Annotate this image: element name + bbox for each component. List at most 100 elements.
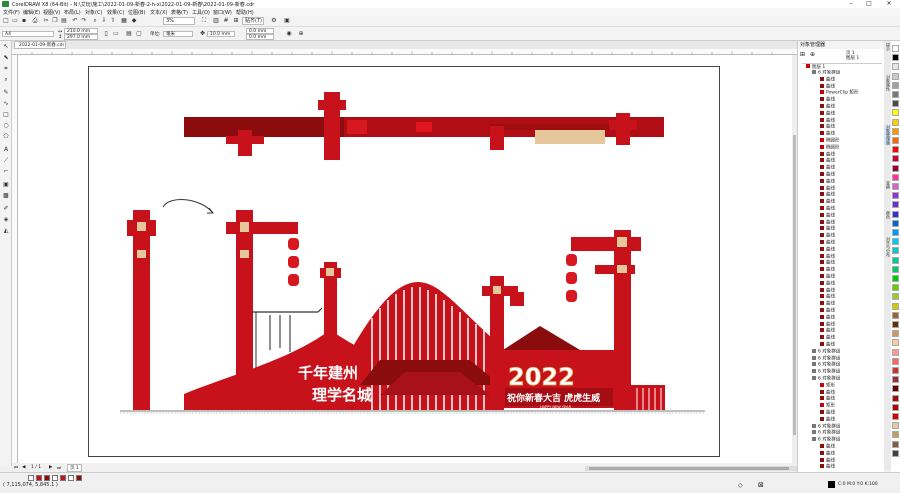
palette-color-swatch[interactable]: [892, 109, 899, 117]
object-row[interactable]: 曲线: [820, 97, 885, 103]
object-row[interactable]: 曲线: [820, 240, 885, 246]
palette-color-swatch[interactable]: [892, 413, 899, 420]
object-row[interactable]: 曲线: [820, 294, 885, 300]
new-layer-icon[interactable]: ⊕: [810, 51, 815, 58]
object-row[interactable]: 曲线: [820, 178, 885, 185]
palette-color-swatch[interactable]: [892, 330, 899, 338]
object-row[interactable]: 曲线: [820, 219, 885, 226]
object-row[interactable]: 曲线: [820, 335, 885, 341]
palette-color-swatch[interactable]: [892, 449, 899, 457]
horizontal-scroll-thumb[interactable]: [589, 467, 789, 470]
object-row[interactable]: 曲线: [820, 185, 885, 192]
object-row[interactable]: 曲线: [820, 308, 885, 314]
palette-color-swatch[interactable]: [892, 192, 899, 200]
palette-color-swatch[interactable]: [892, 155, 899, 163]
object-row[interactable]: 曲线: [820, 342, 885, 348]
object-row[interactable]: 曲线: [820, 124, 885, 130]
palette-color-swatch[interactable]: [892, 403, 899, 411]
object-row[interactable]: 曲线: [820, 274, 885, 280]
object-row[interactable]: 曲线: [820, 246, 885, 253]
palette-color-swatch[interactable]: [892, 146, 899, 154]
object-row[interactable]: 曲线: [820, 301, 885, 307]
object-row[interactable]: 6 对象群组: [812, 355, 885, 362]
no-fill-icon[interactable]: ⊠: [758, 481, 764, 489]
object-row[interactable]: 曲线: [820, 104, 885, 110]
side-tab-object-manager[interactable]: 对象管理器: [884, 125, 891, 145]
palette-color-swatch[interactable]: [892, 367, 899, 374]
object-row[interactable]: 曲线: [820, 267, 885, 273]
object-row[interactable]: 6 对象群组: [812, 70, 885, 76]
object-row[interactable]: 曲线: [820, 233, 885, 239]
object-row[interactable]: 曲线: [820, 396, 885, 402]
palette-color-swatch[interactable]: [892, 275, 899, 282]
object-row[interactable]: 曲线: [820, 83, 885, 90]
object-row[interactable]: 6 对象群组: [812, 369, 885, 375]
object-row[interactable]: 曲线: [820, 328, 885, 334]
object-row[interactable]: 曲线: [820, 172, 885, 178]
layer-options-icon[interactable]: ⊞: [800, 51, 805, 58]
palette-color-swatch[interactable]: [892, 284, 899, 292]
palette-color-swatch[interactable]: [892, 100, 899, 108]
object-row[interactable]: 6 对象群组: [812, 376, 885, 382]
palette-color-swatch[interactable]: [892, 339, 899, 347]
object-row[interactable]: 曲线: [820, 389, 885, 396]
palette-swatch-dark-red-2[interactable]: [76, 475, 82, 481]
object-row[interactable]: 曲线: [820, 450, 885, 457]
palette-color-swatch[interactable]: [892, 63, 899, 71]
object-row[interactable]: 6 对象群组: [812, 362, 885, 368]
object-row[interactable]: PowerClip 矩形: [820, 90, 885, 96]
palette-swatch-white-3[interactable]: [68, 475, 74, 481]
palette-color-swatch[interactable]: [892, 311, 899, 319]
palette-color-swatch[interactable]: [892, 293, 899, 301]
object-row[interactable]: 曲线: [820, 444, 885, 450]
object-row[interactable]: 曲线: [820, 110, 885, 117]
horizontal-scrollbar[interactable]: [585, 466, 797, 471]
palette-color-swatch[interactable]: [892, 348, 899, 356]
side-tab-object-properties[interactable]: 对象属性: [884, 75, 891, 91]
palette-color-swatch[interactable]: [892, 173, 899, 181]
palette-color-swatch[interactable]: [892, 422, 899, 430]
object-row[interactable]: 曲线: [820, 287, 885, 294]
object-row[interactable]: 曲线: [820, 410, 885, 416]
first-page-icon[interactable]: ⏮: [14, 465, 18, 471]
prev-page-icon[interactable]: ◀: [22, 465, 25, 470]
object-row[interactable]: 6 对象群组: [812, 423, 885, 430]
palette-color-swatch[interactable]: [892, 321, 899, 328]
palette-color-swatch[interactable]: [892, 54, 899, 62]
object-row[interactable]: 曲线: [820, 131, 885, 137]
palette-color-swatch[interactable]: [892, 127, 899, 135]
side-tab-align[interactable]: 对齐与分布: [884, 237, 891, 257]
palette-color-swatch[interactable]: [892, 302, 899, 310]
object-row[interactable]: 曲线: [820, 314, 885, 321]
palette-swatch-dark-red[interactable]: [44, 475, 50, 481]
object-row[interactable]: 曲线: [820, 117, 885, 124]
palette-color-swatch[interactable]: [892, 357, 899, 365]
palette-color-swatch[interactable]: [892, 81, 899, 89]
object-row[interactable]: 曲线: [820, 158, 885, 164]
object-row[interactable]: 椭圆形: [820, 138, 885, 144]
object-row[interactable]: 曲线: [820, 416, 885, 423]
vertical-scroll-thumb[interactable]: [793, 135, 796, 435]
palette-color-swatch[interactable]: [892, 45, 899, 52]
palette-color-swatch[interactable]: [892, 183, 899, 190]
object-row[interactable]: 曲线: [820, 280, 885, 287]
object-row[interactable]: 曲线: [820, 165, 885, 171]
top-beam-design[interactable]: [184, 92, 664, 160]
object-row[interactable]: 曲线: [820, 226, 885, 232]
palette-color-swatch[interactable]: [892, 137, 899, 144]
object-row[interactable]: 曲线: [820, 76, 885, 83]
palette-color-swatch[interactable]: [892, 201, 899, 209]
page-tab[interactable]: 页 1: [67, 464, 82, 472]
object-row[interactable]: 曲线: [820, 206, 885, 212]
side-tab-color[interactable]: 颜色: [884, 211, 891, 219]
palette-color-swatch[interactable]: [892, 238, 899, 246]
palette-color-swatch[interactable]: [892, 376, 899, 384]
object-row[interactable]: 椭圆形: [820, 144, 885, 151]
palette-color-swatch[interactable]: [892, 229, 899, 236]
object-row[interactable]: 曲线: [820, 212, 885, 219]
object-row[interactable]: 曲线: [820, 151, 885, 158]
palette-color-swatch[interactable]: [892, 394, 899, 402]
object-row[interactable]: 6 对象群组: [812, 430, 885, 436]
palette-swatch-red-2[interactable]: [60, 475, 66, 481]
object-row[interactable]: 6 对象群组: [812, 348, 885, 355]
